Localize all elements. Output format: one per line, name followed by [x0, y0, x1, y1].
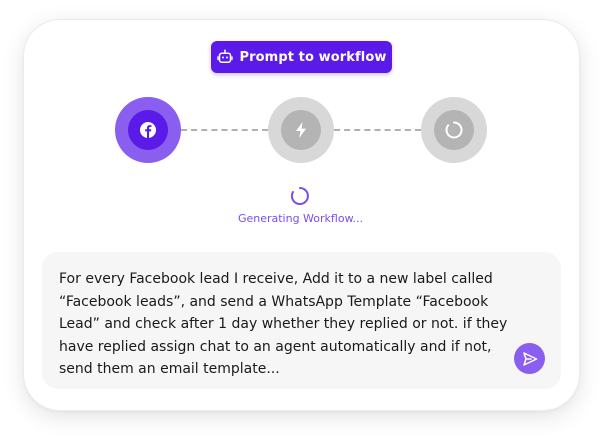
step-connector — [334, 129, 421, 131]
prompt-text[interactable]: For every Facebook lead I receive, Add i… — [59, 268, 509, 381]
prompt-line: “Facebook leads”, and send a WhatsApp Te… — [59, 293, 489, 310]
prompt-line: Lead” and check after 1 day whether they… — [59, 316, 508, 332]
step-connector — [181, 129, 268, 131]
prompt-to-workflow-label: Prompt to workflow — [239, 49, 387, 65]
step-pending[interactable] — [421, 97, 487, 163]
send-button[interactable] — [514, 343, 545, 374]
prompt-line: For every Facebook lead I receive, Add i… — [59, 271, 493, 287]
facebook-icon — [140, 122, 156, 138]
step-action[interactable] — [268, 97, 334, 163]
lightning-icon — [296, 122, 306, 138]
send-icon — [522, 351, 537, 366]
prompt-line: send them an email template... — [59, 361, 280, 377]
prompt-line: have replied assign chat to an agent aut… — [59, 338, 492, 355]
robot-icon — [216, 49, 233, 63]
step-facebook-trigger[interactable] — [115, 97, 181, 163]
prompt-to-workflow-button[interactable]: Prompt to workflow — [211, 41, 392, 73]
loading-icon — [445, 121, 463, 139]
generating-status-text: Generating Workflow... — [237, 212, 364, 225]
spinner-icon — [290, 187, 309, 205]
